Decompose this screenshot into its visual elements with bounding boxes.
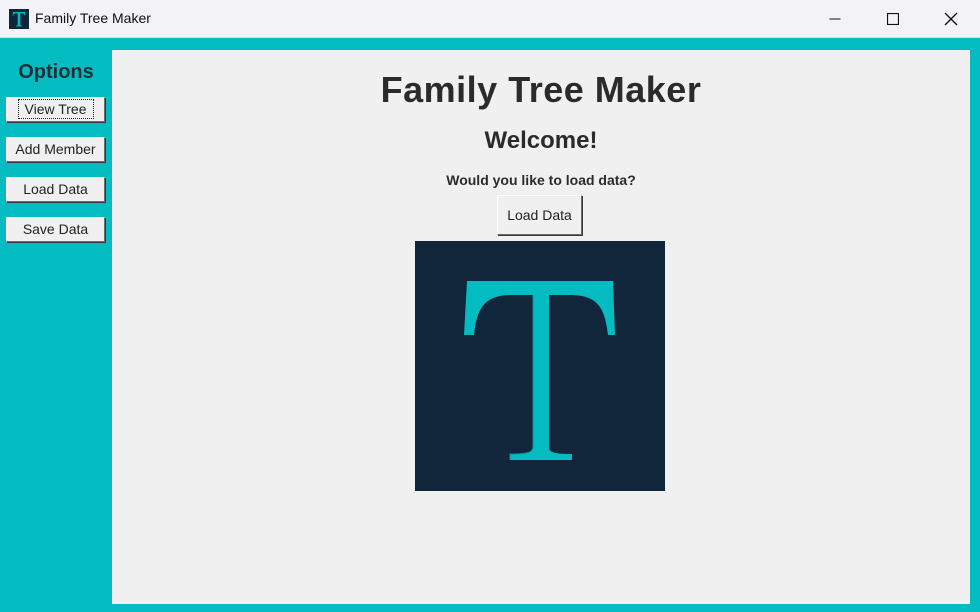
load-data-prompt: Would you like to load data? bbox=[446, 172, 636, 188]
app-logo-image bbox=[415, 241, 665, 491]
title-bar: Family Tree Maker bbox=[0, 0, 980, 38]
window-title: Family Tree Maker bbox=[35, 10, 151, 26]
minimize-icon bbox=[829, 18, 841, 20]
view-tree-button[interactable]: View Tree bbox=[6, 97, 105, 122]
maximize-button[interactable] bbox=[864, 0, 922, 38]
welcome-heading: Welcome! bbox=[484, 127, 598, 154]
close-icon bbox=[944, 12, 958, 26]
main-panel: Family Tree Maker Welcome! Would you lik… bbox=[112, 50, 970, 604]
sidebar-load-data-button-label: Load Data bbox=[23, 181, 88, 197]
save-data-button-label: Save Data bbox=[22, 221, 89, 237]
sidebar-load-data-button[interactable]: Load Data bbox=[6, 177, 105, 202]
view-tree-button-label: View Tree bbox=[17, 99, 94, 119]
load-data-button[interactable]: Load Data bbox=[497, 195, 582, 235]
add-member-button-label: Add Member bbox=[15, 141, 96, 157]
maximize-icon bbox=[887, 13, 899, 25]
app-logo-icon bbox=[9, 9, 29, 29]
options-sidebar: Options View Tree Add Member Load Data S… bbox=[0, 38, 112, 612]
page-title: Family Tree Maker bbox=[380, 69, 702, 110]
logo-letter-t-icon bbox=[464, 281, 615, 460]
save-data-button[interactable]: Save Data bbox=[6, 217, 105, 242]
sidebar-title: Options bbox=[18, 61, 94, 83]
add-member-button[interactable]: Add Member bbox=[6, 137, 105, 162]
close-button[interactable] bbox=[922, 0, 980, 38]
minimize-button[interactable] bbox=[806, 0, 864, 38]
